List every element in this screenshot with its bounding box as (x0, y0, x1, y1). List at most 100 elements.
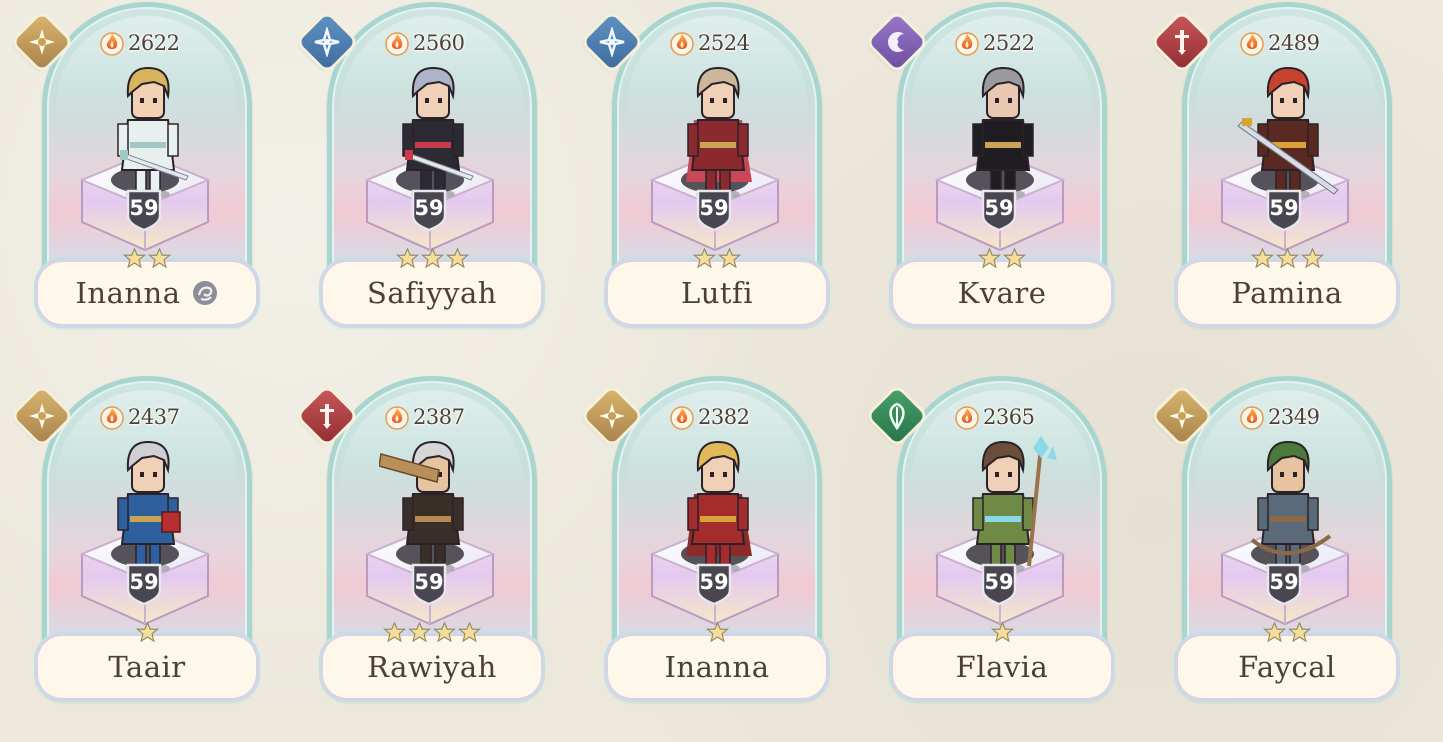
unit-name: Pamina (1231, 276, 1343, 310)
power-value: 2387 (413, 405, 465, 429)
level-badge: 59 (409, 562, 449, 606)
level-value: 59 (129, 196, 159, 220)
unit-name: Safiyyah (367, 276, 497, 310)
unit-name: Inanna (75, 276, 181, 310)
unit-sprite (379, 440, 464, 573)
star-rating (36, 248, 258, 268)
unit-name: Faycal (1238, 650, 1336, 684)
name-plate: Inanna (606, 634, 828, 700)
unit-card[interactable]: 2560 59 Safiyyah (298, 2, 561, 332)
name-plate: Kvare (891, 260, 1113, 326)
level-badge: 59 (979, 562, 1019, 606)
star-icon (433, 622, 456, 642)
name-plate: Safiyyah (321, 260, 543, 326)
star-icon (693, 248, 716, 268)
star-icon (1288, 622, 1311, 642)
level-value: 59 (699, 196, 729, 220)
star-rating (606, 248, 828, 268)
unit-roster-grid: 2622 59 Inanna 2560 59 Safiyyah 2524 59 … (0, 0, 1443, 742)
flame-icon (100, 406, 124, 430)
unit-card[interactable]: 2622 59 Inanna (13, 2, 276, 332)
power-value: 2524 (698, 31, 750, 55)
unit-card[interactable]: 2489 59 Pamina (1153, 2, 1416, 332)
flame-icon (670, 32, 694, 56)
flame-icon (955, 406, 979, 430)
combat-power: 2522 (955, 28, 1035, 58)
level-badge: 59 (979, 188, 1019, 232)
combat-power: 2437 (100, 402, 180, 432)
level-value: 59 (129, 570, 159, 594)
power-value: 2560 (413, 31, 465, 55)
star-icon (458, 622, 481, 642)
level-badge: 59 (409, 188, 449, 232)
flame-icon (100, 32, 124, 56)
unit-card[interactable]: 2382 59 Inanna (583, 376, 846, 706)
star-icon (383, 622, 406, 642)
name-plate: Lutfi (606, 260, 828, 326)
unit-sprite (972, 436, 1057, 573)
unit-name: Rawiyah (367, 650, 497, 684)
unit-card[interactable]: 2524 59 Lutfi (583, 2, 846, 332)
level-badge: 59 (1264, 188, 1304, 232)
star-icon (445, 248, 469, 268)
power-value: 2437 (128, 405, 180, 429)
flame-icon (955, 32, 979, 56)
star-rating (1176, 622, 1398, 642)
level-badge: 59 (1264, 562, 1304, 606)
name-plate: Rawiyah (321, 634, 543, 700)
unit-name: Taair (108, 650, 186, 684)
level-value: 59 (984, 570, 1014, 594)
swirl-badge-icon (192, 281, 217, 305)
star-icon (148, 248, 171, 268)
star-icon (395, 248, 419, 268)
star-icon (135, 622, 159, 642)
unit-sprite (686, 66, 752, 199)
unit-name: Flavia (955, 650, 1049, 684)
power-value: 2489 (1268, 31, 1320, 55)
star-rating (36, 622, 258, 642)
star-icon (1275, 248, 1299, 268)
power-value: 2622 (128, 31, 180, 55)
level-value: 59 (699, 570, 729, 594)
star-icon (408, 622, 431, 642)
unit-sprite (1250, 440, 1332, 573)
combat-power: 2560 (385, 28, 465, 58)
flame-icon (670, 406, 694, 430)
level-value: 59 (1269, 570, 1299, 594)
name-plate: Faycal (1176, 634, 1398, 700)
star-rating (606, 622, 828, 642)
star-rating (321, 248, 543, 268)
combat-power: 2622 (100, 28, 180, 58)
unit-sprite (402, 66, 474, 199)
unit-card[interactable]: 2437 59 Taair (13, 376, 276, 706)
flame-icon (385, 406, 409, 430)
star-icon (990, 622, 1014, 642)
star-icon (1300, 248, 1324, 268)
power-value: 2349 (1268, 405, 1320, 429)
combat-power: 2382 (670, 402, 750, 432)
unit-card[interactable]: 2349 59 Faycal (1153, 376, 1416, 706)
unit-card[interactable]: 2387 59 Rawiyah (298, 376, 561, 706)
name-plate: Taair (36, 634, 258, 700)
flame-icon (1240, 406, 1264, 430)
combat-power: 2387 (385, 402, 465, 432)
star-icon (705, 622, 729, 642)
power-value: 2382 (698, 405, 750, 429)
star-icon (978, 248, 1001, 268)
unit-card[interactable]: 2365 59 Flavia (868, 376, 1131, 706)
combat-power: 2365 (955, 402, 1035, 432)
level-badge: 59 (694, 188, 734, 232)
level-value: 59 (414, 196, 444, 220)
star-rating (321, 622, 543, 642)
power-value: 2522 (983, 31, 1035, 55)
combat-power: 2349 (1240, 402, 1320, 432)
name-plate: Flavia (891, 634, 1113, 700)
star-icon (420, 248, 444, 268)
combat-power: 2524 (670, 28, 750, 58)
name-plate: Pamina (1176, 260, 1398, 326)
combat-power: 2489 (1240, 28, 1320, 58)
unit-sprite (972, 66, 1034, 199)
unit-card[interactable]: 2522 59 Kvare (868, 2, 1131, 332)
star-icon (1263, 622, 1286, 642)
level-value: 59 (414, 570, 444, 594)
